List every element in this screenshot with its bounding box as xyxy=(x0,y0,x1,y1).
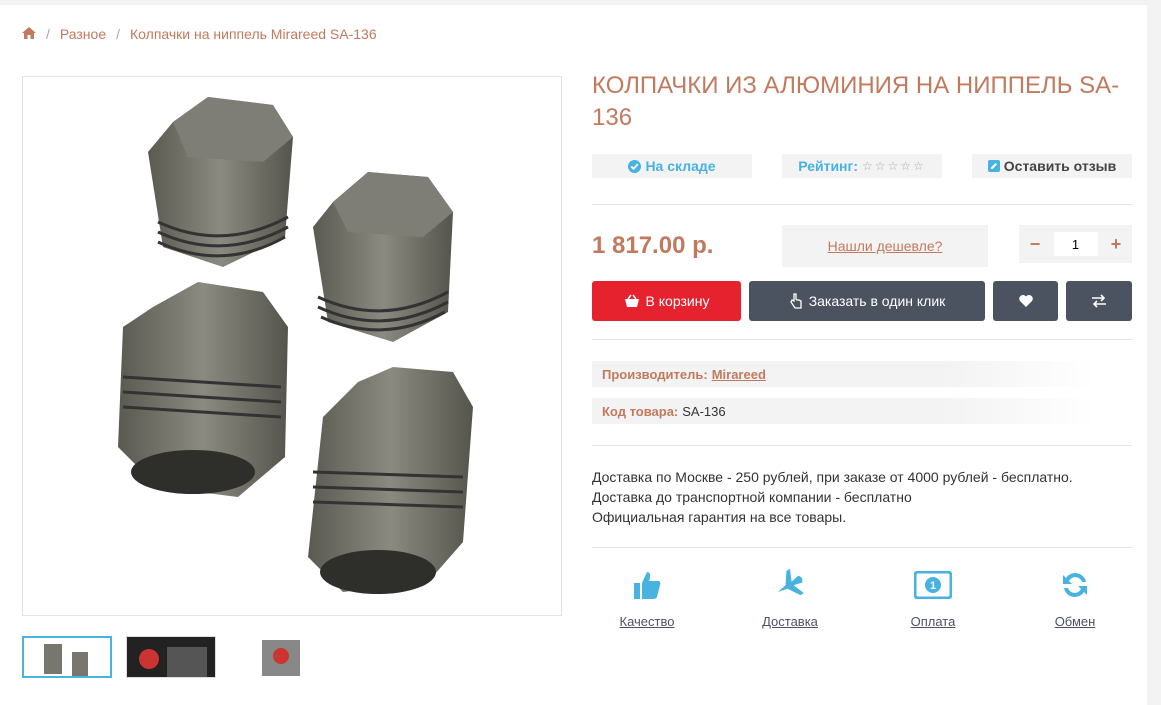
feature-delivery: Доставка xyxy=(735,566,845,629)
thumbnail-1[interactable] xyxy=(22,636,112,678)
thumbnail-strip xyxy=(22,636,318,678)
thumbnail-2[interactable] xyxy=(126,636,216,678)
divider xyxy=(592,547,1132,548)
feature-quality: Качество xyxy=(592,566,702,629)
add-to-cart-button[interactable]: В корзину xyxy=(592,281,741,321)
feature-delivery-link[interactable]: Доставка xyxy=(735,614,845,629)
feature-quality-link[interactable]: Качество xyxy=(592,614,702,629)
product-main-image[interactable] xyxy=(22,76,562,616)
delivery-info: Доставка по Москве - 250 рублей, при зак… xyxy=(592,469,1073,525)
feature-exchange: Обмен xyxy=(1020,566,1130,629)
svg-text:1: 1 xyxy=(930,580,936,592)
product-price: 1 817.00 р. xyxy=(592,232,714,259)
star-rating-icons[interactable]: ☆☆☆☆☆ xyxy=(862,159,926,173)
product-code: SA-136 xyxy=(682,403,726,419)
feature-payment-link[interactable]: Оплата xyxy=(878,614,988,629)
divider xyxy=(592,445,1132,446)
exchange-icon xyxy=(1092,294,1106,308)
wishlist-button[interactable] xyxy=(993,281,1058,321)
edit-icon xyxy=(987,160,1000,172)
quantity-stepper: − + xyxy=(1019,225,1132,263)
heart-icon xyxy=(1018,295,1033,307)
divider xyxy=(592,204,1132,205)
money-icon: 1 xyxy=(914,571,952,599)
refresh-icon xyxy=(1063,573,1087,597)
basket-icon xyxy=(624,294,639,307)
write-review-button[interactable]: Оставить отзыв xyxy=(972,154,1132,178)
stock-status: На складе xyxy=(592,154,752,178)
manufacturer-row: Производитель: Mirareed xyxy=(592,361,1097,387)
compare-button[interactable] xyxy=(1066,281,1132,321)
feature-exchange-link[interactable]: Обмен xyxy=(1020,614,1130,629)
product-title: КОЛПАЧКИ ИЗ АЛЮМИНИЯ НА НИППЕЛЬ SA-136 xyxy=(592,72,1120,131)
thumbs-up-icon xyxy=(634,572,661,599)
breadcrumb-current: Колпачки на ниппель Mirareed SA-136 xyxy=(130,26,377,42)
qty-plus-button[interactable]: + xyxy=(1106,234,1126,255)
product-code-row: Код товара: SA-136 xyxy=(592,398,1097,424)
plane-icon xyxy=(777,569,804,596)
one-click-order-button[interactable]: Заказать в один клик xyxy=(749,281,985,321)
hand-pointer-icon xyxy=(789,293,802,309)
home-icon[interactable] xyxy=(22,26,36,42)
thumbnail-3[interactable] xyxy=(230,636,318,676)
check-circle-icon xyxy=(628,159,642,173)
manufacturer-link[interactable]: Mirareed xyxy=(712,367,766,382)
qty-minus-button[interactable]: − xyxy=(1025,234,1045,255)
breadcrumb-link-misc[interactable]: Разное xyxy=(60,26,106,42)
qty-input[interactable] xyxy=(1053,232,1098,256)
divider xyxy=(592,339,1132,340)
feature-payment: 1 Оплата xyxy=(878,566,988,629)
rating: Рейтинг: ☆☆☆☆☆ xyxy=(782,154,942,178)
found-cheaper-link[interactable]: Нашли дешевле? xyxy=(782,225,988,267)
breadcrumb: / Разное / Колпачки на ниппель Mirareed … xyxy=(22,26,377,42)
